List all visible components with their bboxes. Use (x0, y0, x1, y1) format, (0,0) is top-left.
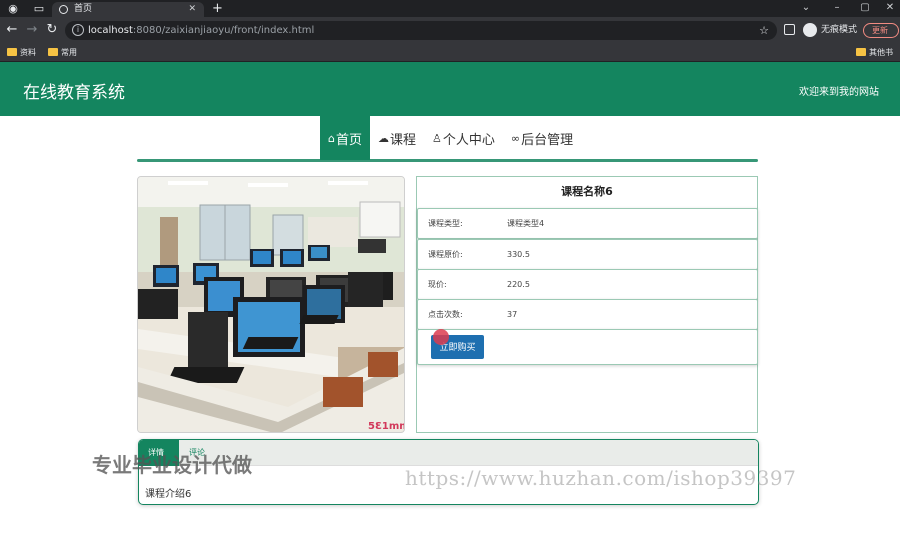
nav-item-courses[interactable]: ☁ 课程 (370, 116, 424, 160)
site-title: 在线教育系统 (23, 83, 125, 103)
folder-icon (7, 48, 17, 56)
bookmark-folder-1[interactable]: 资料 (7, 44, 36, 61)
update-button[interactable]: 更新 (863, 23, 899, 38)
course-intro-text: 课程介绍6 (145, 489, 192, 500)
click-count-row: 点击次数: 37 (417, 299, 758, 330)
course-type-row: 课程类型: 课程类型4 (417, 208, 758, 239)
watermark-url: https://www.huzhan.com/ishop39397 (405, 466, 797, 490)
close-window-icon[interactable]: ✕ (880, 0, 900, 17)
field-label: 现价: (428, 280, 447, 289)
back-icon[interactable]: ← (4, 22, 20, 38)
tab-title: 首页 (74, 4, 93, 14)
user-icon: ♙ (432, 131, 442, 145)
nav-divider (137, 159, 758, 162)
field-label: 课程原价: (428, 250, 463, 259)
url-text: localhost:8080/zaixianjiaoyu/front/index… (88, 25, 315, 36)
incognito-icon (803, 23, 817, 37)
browser-tabstrip: ◉ ▭ 首页 ✕ + ⌄ – ▢ ✕ (0, 0, 900, 17)
buy-row: 立即购买 (417, 329, 758, 365)
nav-item-admin[interactable]: ∞ 后台管理 (503, 116, 581, 160)
cloud-icon: ☁ (378, 131, 389, 145)
folder-icon (856, 48, 866, 56)
course-detail-panel: 课程名称6 课程类型: 课程类型4 课程原价: 330.5 现价: 220.5 … (416, 176, 758, 433)
tab-search-icon[interactable]: ▭ (32, 2, 46, 15)
course-title: 课程名称6 (561, 185, 613, 198)
field-label: 点击次数: (428, 310, 463, 319)
reload-icon[interactable]: ↻ (44, 22, 60, 38)
svg-text:5Ɛ1mmt: 5Ɛ1mmt (368, 421, 405, 432)
info-icon[interactable]: i (72, 24, 84, 36)
folder-icon (48, 48, 58, 56)
address-bar[interactable]: i localhost:8080/zaixianjiaoyu/front/ind… (65, 21, 777, 40)
nav-item-home[interactable]: ⌂ 首页 (320, 116, 370, 160)
browser-menu-icon[interactable]: ◉ (6, 2, 20, 15)
chevron-down-icon[interactable]: ⌄ (796, 0, 816, 17)
cursor-indicator (433, 329, 449, 345)
computer-lab-photo: 5Ɛ1mmt (138, 177, 405, 432)
bookmarks-bar: 资料 常用 其他书签 (0, 44, 900, 74)
home-icon: ⌂ (328, 131, 335, 145)
side-panel-icon[interactable] (784, 24, 795, 35)
field-value: 220.5 (507, 280, 530, 289)
main-nav: ⌂ 首页 ☁ 课程 ♙ 个人中心 ∞ 后台管理 (320, 116, 581, 160)
welcome-text: 欢迎来到我的网站 (799, 87, 879, 98)
close-icon[interactable]: ✕ (188, 2, 196, 17)
maximize-icon[interactable]: ▢ (855, 0, 875, 17)
nav-item-profile[interactable]: ♙ 个人中心 (424, 116, 503, 160)
bookmark-star-icon[interactable]: ☆ (759, 21, 769, 40)
site-header: 在线教育系统 欢迎来到我的网站 (0, 62, 900, 116)
browser-tab[interactable]: 首页 ✕ (52, 2, 204, 17)
watermark-text: 专业毕业设计代做 (92, 453, 252, 477)
link-icon: ∞ (510, 131, 521, 145)
globe-icon (59, 5, 68, 14)
new-tab-icon[interactable]: + (212, 0, 223, 17)
minimize-icon[interactable]: – (827, 0, 847, 17)
forward-icon[interactable]: → (24, 22, 40, 38)
original-price-row: 课程原价: 330.5 (417, 239, 758, 270)
field-value: 课程类型4 (507, 219, 545, 228)
bookmark-folder-2[interactable]: 常用 (48, 44, 77, 61)
field-label: 课程类型: (428, 219, 463, 228)
field-value: 330.5 (507, 250, 530, 259)
current-price-row: 现价: 220.5 (417, 269, 758, 300)
browser-toolbar: ← → ↻ i localhost:8080/zaixianjiaoyu/fro… (0, 17, 900, 44)
incognito-label: 无痕模式 (821, 25, 858, 35)
field-value: 37 (507, 310, 518, 319)
course-image: 5Ɛ1mmt (137, 176, 405, 433)
